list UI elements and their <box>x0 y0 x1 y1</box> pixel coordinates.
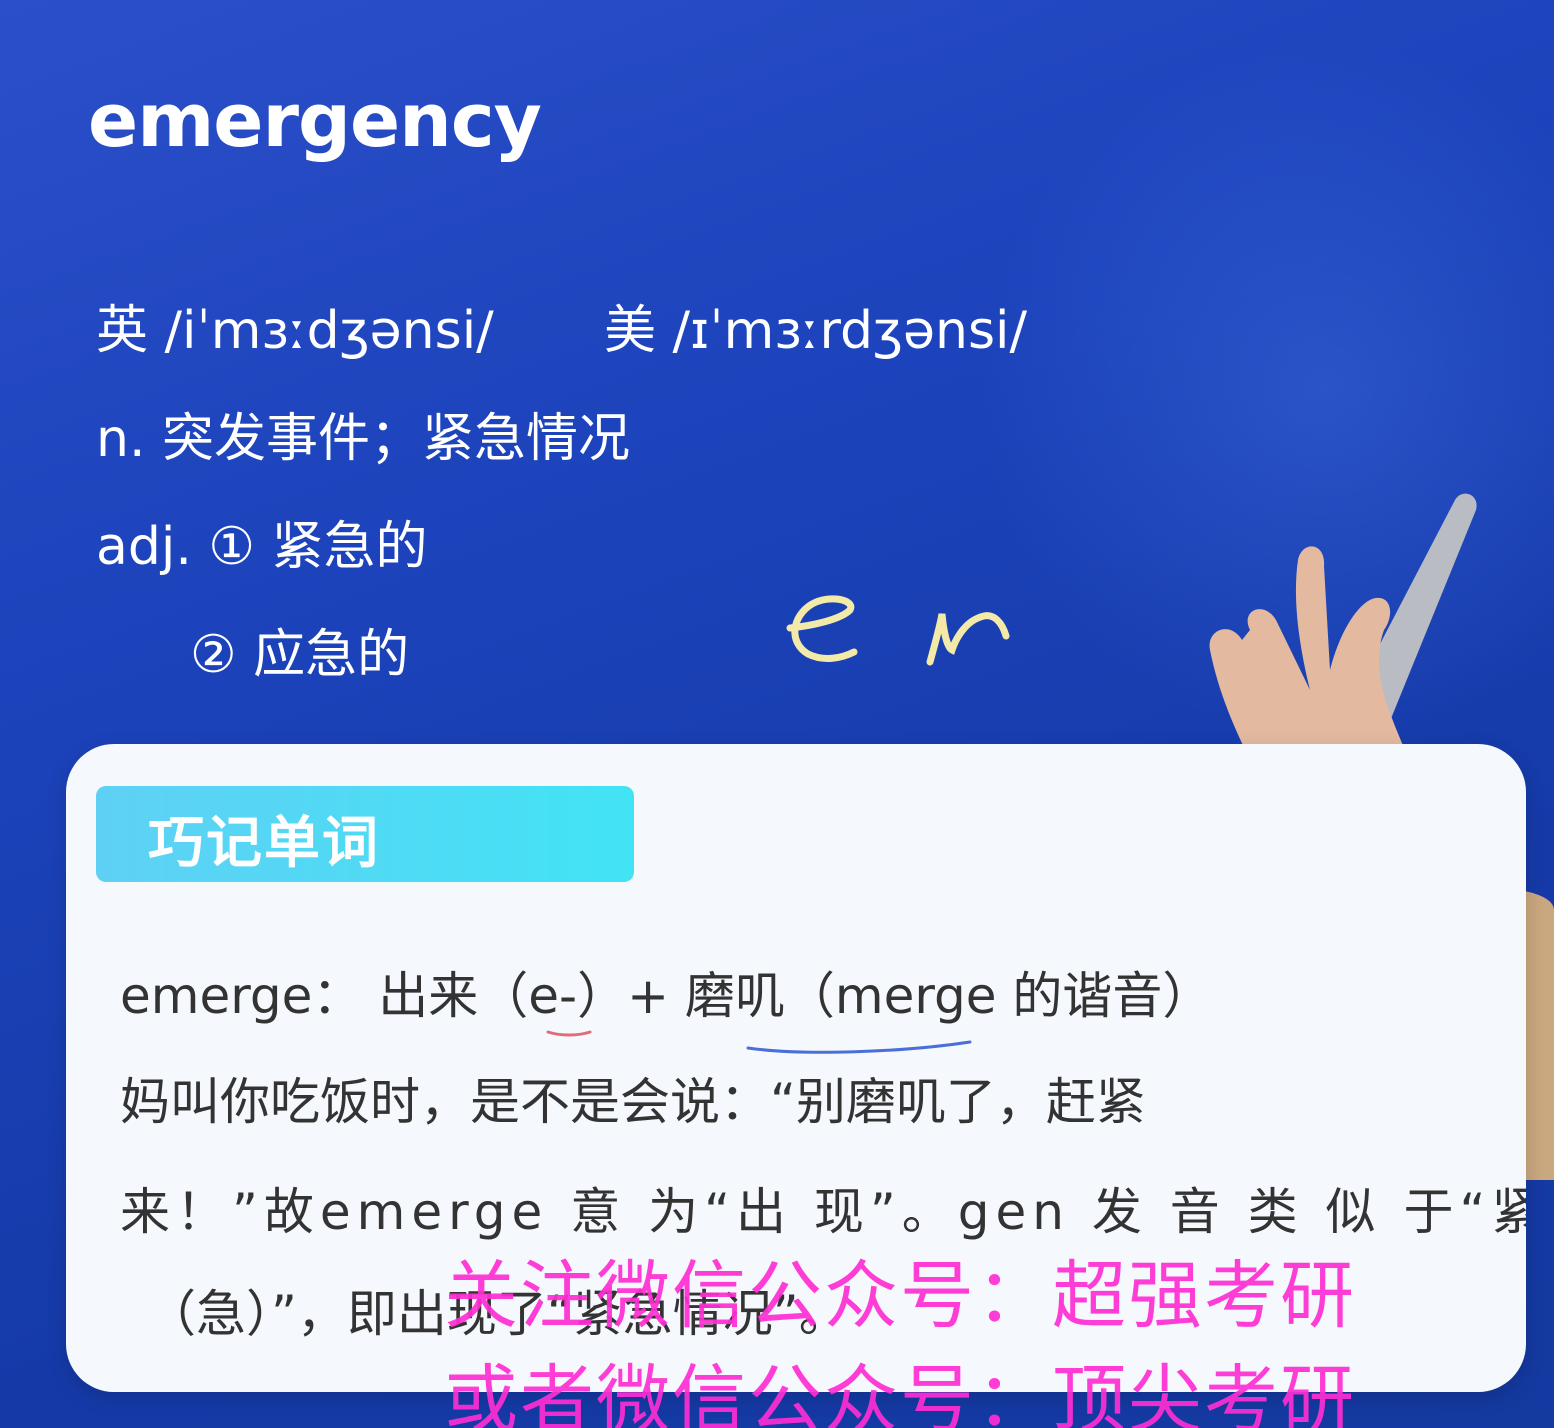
watermark-line-2: 或者微信公众号：顶尖考研 <box>444 1357 1356 1428</box>
vocab-word: emergency <box>88 78 542 164</box>
card-text-line-3: 来！”故emerge 意 为“出 现”。gen 发 音 类 似 于“紧 <box>120 1183 1526 1241</box>
definition-adj-2: ② 应急的 <box>190 625 410 685</box>
watermark-line-1: 关注微信公众号：超强考研 <box>444 1253 1356 1339</box>
definition-adj-1: adj. ① 紧急的 <box>96 517 428 577</box>
definition-noun: n. 突发事件；紧急情况 <box>96 409 631 469</box>
memory-tip-label: 巧记单词 <box>148 811 380 876</box>
handwritten-underline-merge <box>746 1040 972 1054</box>
pronunciation-us: 美 /ɪˈmɜːrdʒənsi/ <box>604 301 1028 361</box>
handwriting-strokes <box>786 595 1010 666</box>
card-text-line-1: emerge： 出来（e-）+ 磨叽（merge 的谐音） <box>120 967 1213 1025</box>
pronunciation-uk: 英 /iˈmɜːdʒənsi/ <box>96 301 494 361</box>
memory-tip-tag: 巧记单词 <box>96 786 634 882</box>
card-text-line-2: 妈叫你吃饭时，是不是会说：“别磨叽了，赶紧 <box>120 1073 1146 1131</box>
video-frame: emergency 英 /iˈmɜːdʒənsi/ 美 /ɪˈmɜːrdʒəns… <box>0 0 1554 1428</box>
handwritten-underline-e <box>546 1030 592 1037</box>
